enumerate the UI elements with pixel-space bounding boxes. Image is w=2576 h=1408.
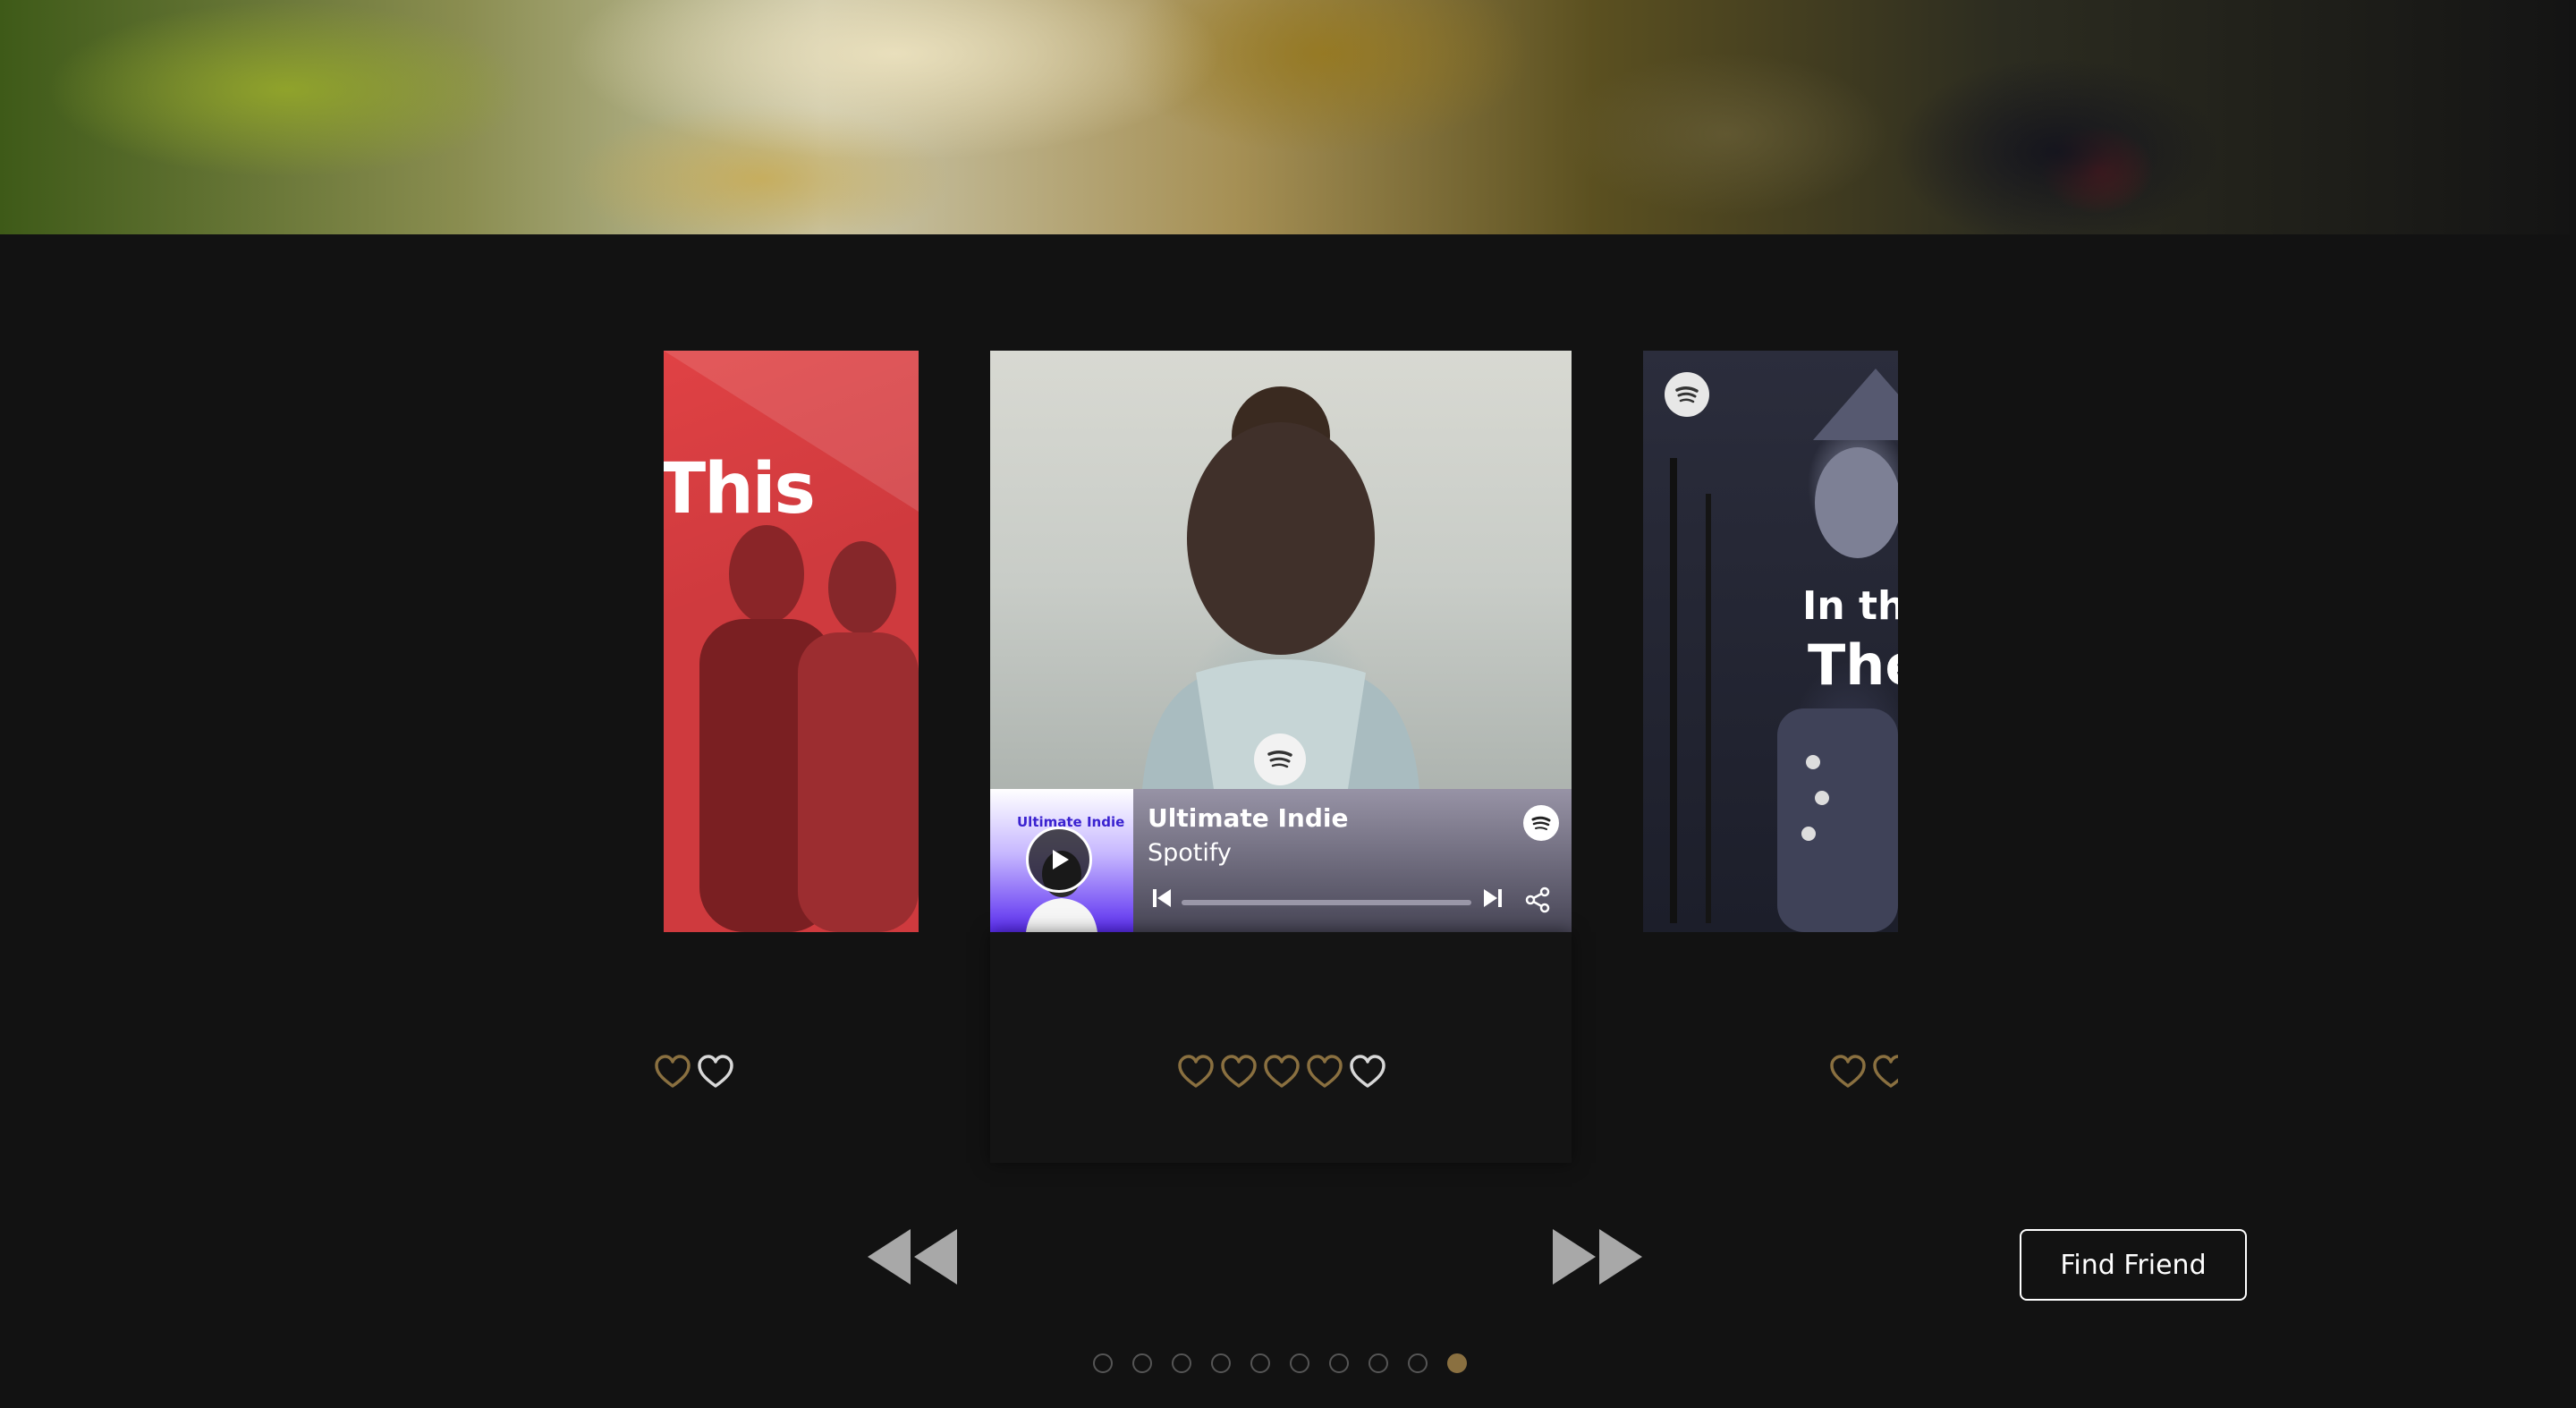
heart-icon[interactable]: [1303, 1050, 1346, 1093]
woman-photo: [1142, 386, 1419, 789]
play-icon: [1053, 850, 1069, 869]
pagination-dot[interactable]: [1211, 1353, 1231, 1373]
skip-next-button[interactable]: [1480, 886, 1505, 914]
track-title: Ultimate Indie: [1148, 803, 1349, 833]
spotify-icon[interactable]: [1523, 805, 1559, 841]
progress-bar[interactable]: [1182, 900, 1471, 905]
heart-icon[interactable]: [1869, 1050, 1898, 1093]
carousel-card-right[interactable]: In the The: [1643, 351, 1898, 932]
spotify-player: Ultimate Indie Ultimate Indie Spotify: [990, 789, 1572, 932]
rating-right: [1826, 1050, 1898, 1093]
carousel-card-center[interactable]: Ultimate Indie Ultimate Indie Spotify: [990, 351, 1572, 932]
pagination-dot[interactable]: [1408, 1353, 1428, 1373]
heart-icon[interactable]: [1260, 1050, 1303, 1093]
hero-banner: [0, 0, 2570, 234]
previous-button[interactable]: [850, 1217, 975, 1297]
spotify-icon: [1254, 734, 1306, 785]
skip-previous-button[interactable]: [1149, 886, 1174, 914]
pagination-dot[interactable]: [1290, 1353, 1309, 1373]
carousel-card-left[interactable]: This: [664, 351, 919, 932]
heart-icon[interactable]: [1346, 1050, 1389, 1093]
pagination-dot[interactable]: [1250, 1353, 1270, 1373]
fast-forward-icon: [1553, 1229, 1642, 1285]
pagination-dot[interactable]: [1093, 1353, 1113, 1373]
heart-icon[interactable]: [655, 1050, 694, 1093]
heart-icon[interactable]: [694, 1050, 737, 1093]
card-right-line2: The: [1808, 632, 1898, 698]
spotify-icon: [1665, 372, 1709, 417]
find-friend-button[interactable]: Find Friend: [2020, 1229, 2247, 1301]
rating-left: [655, 1050, 737, 1093]
card-right-line1: In the: [1802, 583, 1898, 629]
track-artist: Spotify: [1148, 839, 1232, 867]
rewind-icon: [868, 1229, 957, 1285]
next-button[interactable]: [1535, 1217, 1660, 1297]
play-button[interactable]: [1026, 827, 1092, 893]
heart-icon[interactable]: [1217, 1050, 1260, 1093]
rating-center: [1174, 1050, 1389, 1093]
pagination-dot[interactable]: [1172, 1353, 1191, 1373]
pagination-dot[interactable]: [1132, 1353, 1152, 1373]
playlist-cover: Ultimate Indie: [990, 789, 1133, 932]
skip-previous-icon: [1153, 889, 1171, 907]
card-center-panel: [990, 932, 1572, 1163]
pagination-dot[interactable]: [1329, 1353, 1349, 1373]
heart-icon[interactable]: [1174, 1050, 1217, 1093]
pagination-dots: [1093, 1353, 1467, 1373]
pagination-dot[interactable]: [1368, 1353, 1388, 1373]
heart-icon[interactable]: [1826, 1050, 1869, 1093]
share-icon: [1525, 886, 1550, 913]
pagination-dot[interactable]: [1447, 1353, 1467, 1373]
band-photo: [699, 525, 919, 932]
share-button[interactable]: [1523, 886, 1552, 918]
skip-next-icon: [1484, 889, 1502, 907]
